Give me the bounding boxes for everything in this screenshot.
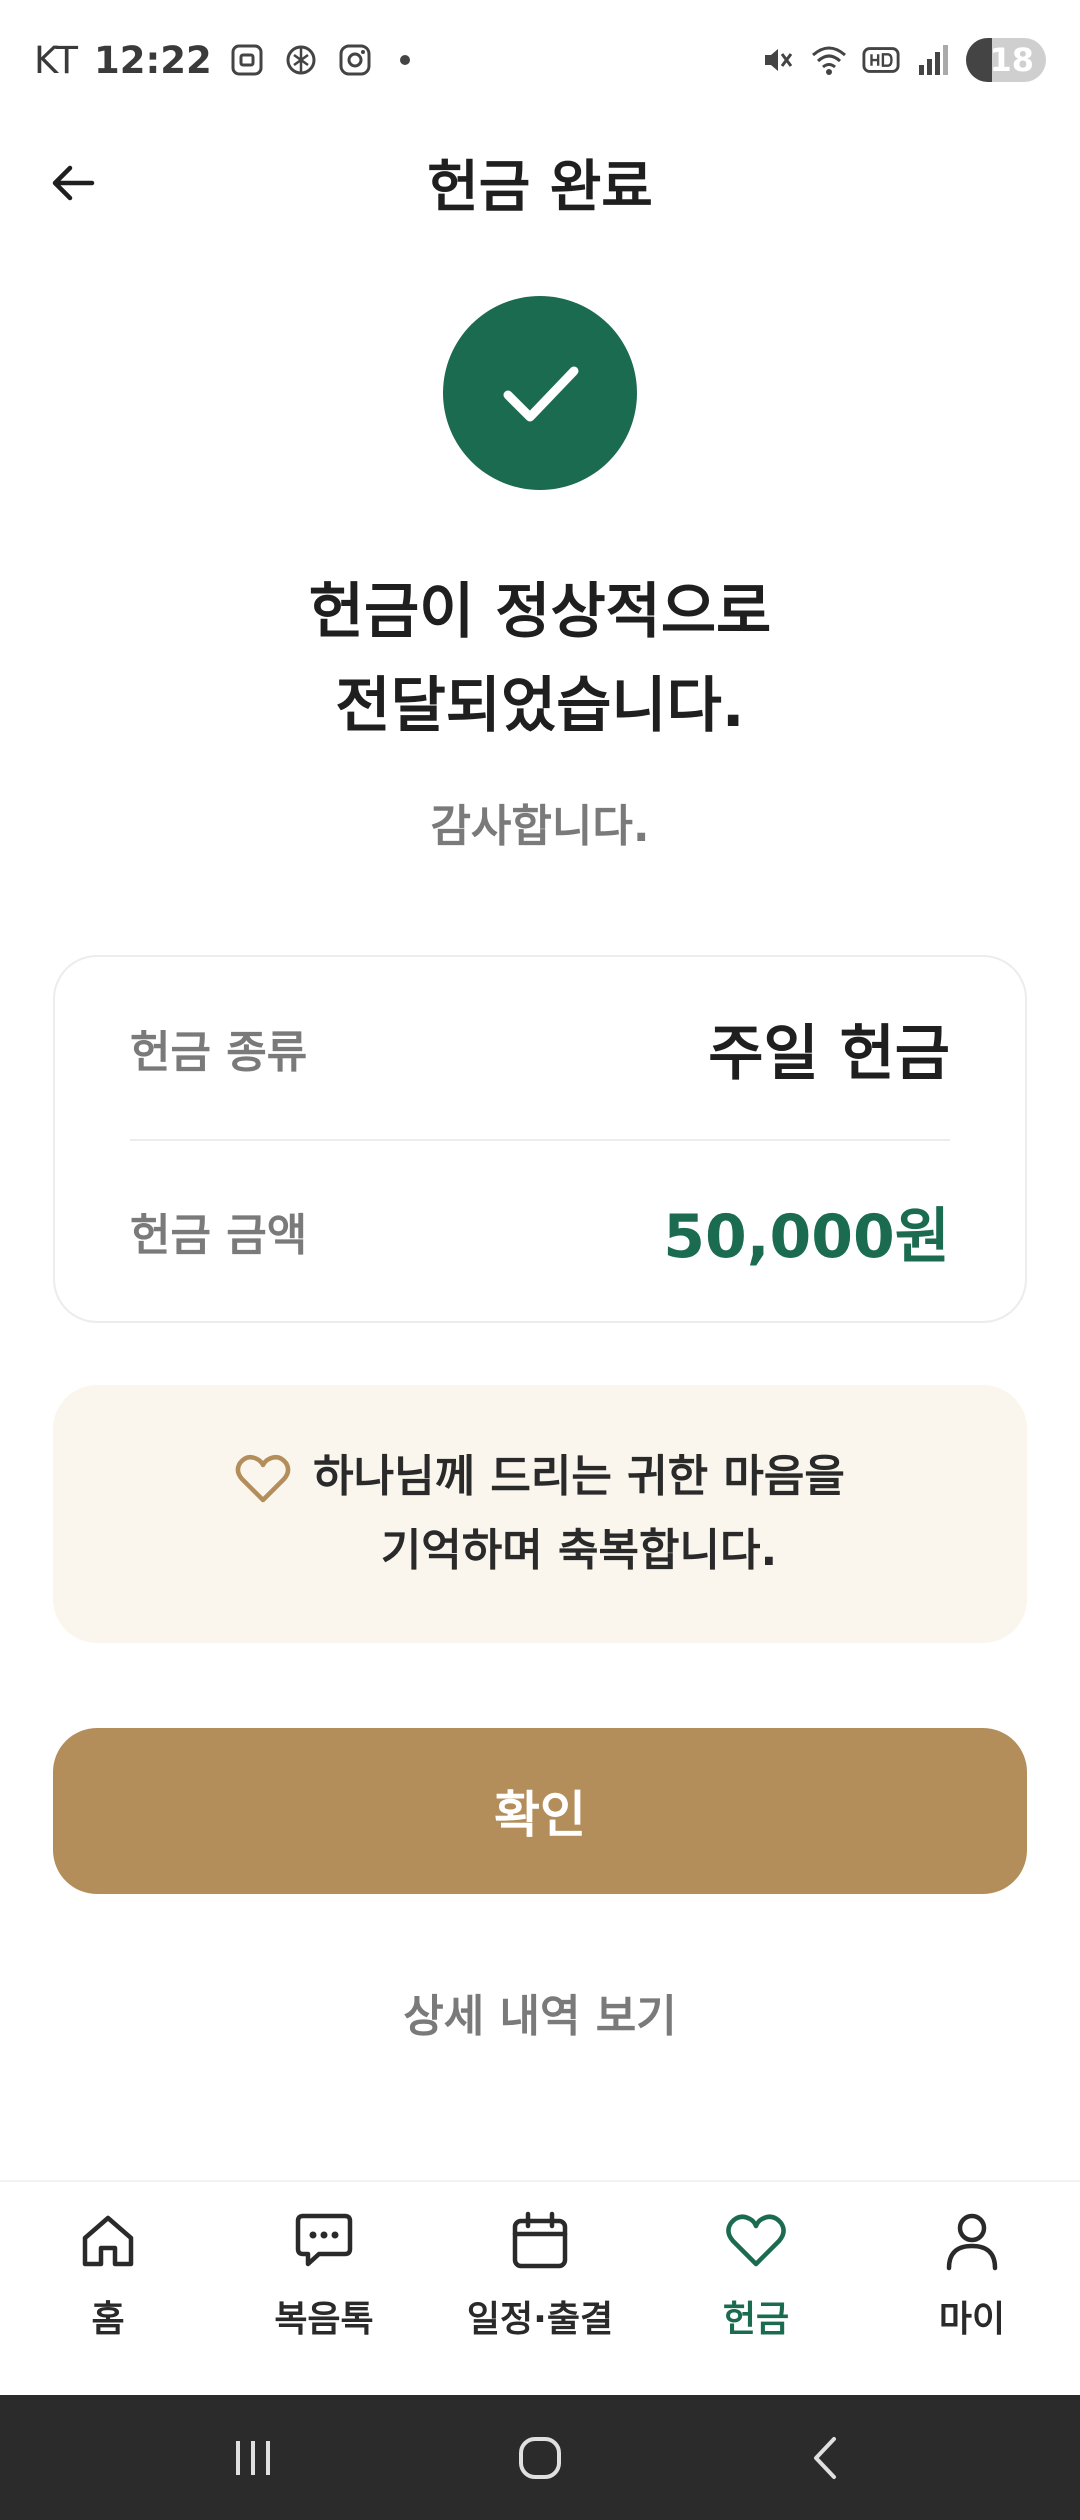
heart-outline-icon bbox=[235, 1454, 291, 1508]
offering-amount-value: 50,000원 bbox=[663, 1201, 950, 1272]
recent-apps-button[interactable] bbox=[208, 2413, 298, 2503]
confirm-button-label: 확인 bbox=[494, 1786, 586, 1844]
offering-type-label: 헌금 종류 bbox=[130, 1027, 308, 1078]
status-bar: KT 12:22 18 bbox=[0, 0, 1080, 120]
signal-icon bbox=[914, 41, 952, 79]
thanks-text: 감사합니다. bbox=[430, 801, 650, 852]
nav-item-schedule[interactable]: 일정·출결 bbox=[432, 2182, 648, 2395]
offering-amount-row: 헌금 금액 50,000원 bbox=[130, 1139, 950, 1321]
battery-level: 18 bbox=[989, 41, 1034, 79]
battery-indicator: 18 bbox=[966, 38, 1046, 82]
chevron-left-icon bbox=[813, 2436, 836, 2479]
blessing-text: 하나님께 드리는 귀한 마음을 기억하며 축복합니다. bbox=[313, 1440, 845, 1588]
mute-icon bbox=[758, 41, 796, 79]
heart-icon bbox=[721, 2206, 791, 2276]
nav-item-home[interactable]: 홈 bbox=[0, 2182, 216, 2395]
person-icon bbox=[937, 2206, 1007, 2276]
success-badge bbox=[443, 296, 637, 490]
offering-type-value: 주일 헌금 bbox=[708, 1018, 950, 1089]
home-icon bbox=[73, 2206, 143, 2276]
home-button[interactable] bbox=[495, 2413, 585, 2503]
offering-type-row: 헌금 종류 주일 헌금 bbox=[130, 957, 950, 1139]
headline-line-1: 헌금이 정상적으로 bbox=[308, 577, 772, 647]
hd-icon bbox=[862, 41, 900, 79]
offering-amount-label: 헌금 금액 bbox=[130, 1210, 308, 1261]
chat-icon bbox=[289, 2206, 359, 2276]
nav-item-offering[interactable]: 헌금 bbox=[648, 2182, 864, 2395]
check-icon bbox=[503, 366, 579, 422]
screenshot-icon bbox=[228, 41, 266, 79]
blessing-line-1: 하나님께 드리는 귀한 마음을 bbox=[313, 1451, 845, 1502]
arrow-left-icon bbox=[52, 165, 95, 201]
offering-summary-card: 헌금 종류 주일 헌금 헌금 금액 50,000원 bbox=[53, 955, 1027, 1323]
nav-label-schedule: 일정·출결 bbox=[466, 2299, 614, 2340]
clock: 12:22 bbox=[94, 38, 212, 82]
blessing-message-box: 하나님께 드리는 귀한 마음을 기억하며 축복합니다. bbox=[53, 1385, 1027, 1643]
confirm-button[interactable]: 확인 bbox=[53, 1728, 1027, 1894]
system-navigation-bar bbox=[0, 2395, 1080, 2520]
nav-item-chat[interactable]: 복음톡 bbox=[216, 2182, 432, 2395]
status-bar-left: KT 12:22 bbox=[34, 39, 410, 82]
notification-dot bbox=[399, 55, 410, 65]
nav-label-my: 마이 bbox=[938, 2299, 1006, 2340]
success-headline: 헌금이 정상적으로 전달되었습니다. bbox=[0, 565, 1080, 753]
system-back-button[interactable] bbox=[782, 2413, 872, 2503]
back-button[interactable] bbox=[40, 150, 106, 216]
page-title: 헌금 완료 bbox=[427, 155, 653, 220]
nav-label-chat: 복음톡 bbox=[274, 2299, 374, 2340]
chatgpt-icon bbox=[282, 41, 320, 79]
status-bar-right: 18 bbox=[758, 38, 1046, 82]
bottom-navigation: 홈 복음톡 일정·출결 헌금 마이 bbox=[0, 2180, 1080, 2395]
nav-item-my[interactable]: 마이 bbox=[864, 2182, 1080, 2395]
wifi-icon bbox=[810, 41, 848, 79]
nav-label-offering: 헌금 bbox=[722, 2299, 790, 2340]
view-details-link[interactable]: 상세 내역 보기 bbox=[0, 1980, 1080, 2044]
recent-apps-icon bbox=[236, 2440, 271, 2475]
screen: KT 12:22 18 헌금 완료 헌금이 정상적으로 전달되었습니다. 감사합… bbox=[0, 0, 1080, 2520]
blessing-line-2: 기억하며 축복합니다. bbox=[380, 1525, 778, 1576]
header: 헌금 완료 bbox=[0, 120, 1080, 245]
home-circle-icon bbox=[518, 2436, 561, 2479]
blessing-content: 하나님께 드리는 귀한 마음을 기억하며 축복합니다. bbox=[235, 1440, 845, 1588]
calendar-icon bbox=[505, 2206, 575, 2276]
carrier-label: KT bbox=[34, 38, 78, 82]
headline-line-2: 전달되었습니다. bbox=[335, 671, 745, 741]
instagram-icon bbox=[336, 41, 374, 79]
nav-label-home: 홈 bbox=[91, 2299, 125, 2340]
